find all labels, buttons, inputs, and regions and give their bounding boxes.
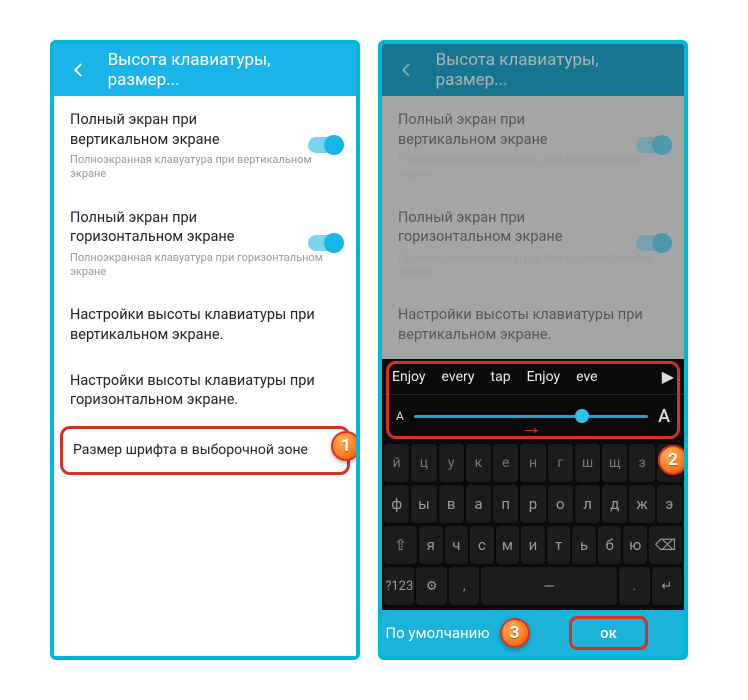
- annotation-badge-2: 2: [658, 445, 684, 475]
- symbols-key[interactable]: ?123: [384, 567, 415, 605]
- setting-height-portrait: Настройки высоты клавиатуры при вертикал…: [382, 291, 684, 356]
- toggle-switch-icon[interactable]: [308, 137, 342, 153]
- setting-height-landscape[interactable]: Настройки высоты клавиатуры при горизонт…: [54, 357, 356, 422]
- default-button-label: По умолчанию: [385, 624, 489, 642]
- setting-fullscreen-portrait: Полный экран при вертикальном экране Пол…: [382, 96, 684, 194]
- key[interactable]: м: [496, 526, 520, 564]
- shift-key[interactable]: ⇧: [384, 526, 417, 564]
- setting-subtitle: Полноэкранная клавуатура при горизонталь…: [70, 251, 340, 280]
- key[interactable]: я: [419, 526, 443, 564]
- key[interactable]: ц: [411, 444, 436, 482]
- key[interactable]: щ: [602, 444, 627, 482]
- key[interactable]: ы: [411, 485, 436, 523]
- setting-title: Настройки высоты клавиатуры при вертикал…: [70, 305, 340, 344]
- key[interactable]: э: [657, 485, 682, 523]
- app-header: Высота клавиатуры, размер...: [54, 44, 356, 96]
- setting-subtitle: Полноэкранная клавуатура при горизонталь…: [398, 251, 668, 280]
- key[interactable]: л: [575, 485, 600, 523]
- keyboard-row-4: ?123 ⚙ , — . ↵: [384, 567, 682, 605]
- back-arrow-icon[interactable]: [68, 59, 90, 81]
- setting-title: Полный экран при горизонтальном экране: [70, 208, 340, 247]
- key[interactable]: ф: [384, 485, 409, 523]
- keyboard-row-1: й ц у к е н г ш щ з х: [384, 444, 682, 482]
- setting-subtitle: Полноэкранная клавуатура при вертикально…: [398, 153, 668, 182]
- key[interactable]: й: [384, 444, 409, 482]
- setting-title: Размер шрифта в выборочной зоне: [73, 441, 337, 460]
- key[interactable]: у: [439, 444, 464, 482]
- key[interactable]: н: [520, 444, 545, 482]
- backspace-key[interactable]: ⌫: [649, 526, 682, 564]
- setting-title: Полный экран при вертикальном экране: [70, 110, 340, 149]
- default-button[interactable]: По умолчанию 3: [382, 610, 533, 656]
- key[interactable]: о: [548, 485, 573, 523]
- key[interactable]: б: [598, 526, 622, 564]
- font-size-slider[interactable]: →: [414, 415, 648, 418]
- keyboard-row-3: ⇧ я ч с м и т ь б ю ⌫: [384, 526, 682, 564]
- enter-key[interactable]: ↵: [652, 567, 683, 605]
- ok-button[interactable]: ок: [533, 610, 684, 656]
- header-title: Высота клавиатуры, размер...: [436, 50, 670, 90]
- key[interactable]: ,: [449, 567, 480, 605]
- bottom-bar: По умолчанию 3 ок: [382, 610, 684, 656]
- setting-font-size-highlighted[interactable]: Размер шрифта в выборочной зоне 1: [60, 426, 350, 475]
- setting-title: Настройки высоты клавиатуры при вертикал…: [398, 305, 668, 344]
- key[interactable]: .: [619, 567, 650, 605]
- phone-left: Высота клавиатуры, размер... Полный экра…: [50, 40, 360, 660]
- keyboard-keys: й ц у к е н г ш щ з х ф ы: [382, 437, 684, 610]
- header-title: Высота клавиатуры, размер...: [108, 50, 342, 90]
- setting-title: Полный экран при вертикальном экране: [398, 110, 668, 149]
- toggle-switch-icon: [636, 137, 670, 153]
- key[interactable]: д: [602, 485, 627, 523]
- key[interactable]: и: [521, 526, 545, 564]
- phone-right: Высота клавиатуры, размер... Полный экра…: [378, 40, 688, 660]
- toggle-switch-icon[interactable]: [308, 235, 342, 251]
- setting-title: Полный экран при горизонтальном экране: [398, 208, 668, 247]
- settings-list-dimmed: Полный экран при вертикальном экране Пол…: [382, 96, 684, 656]
- annotation-badge-3: 3: [500, 618, 530, 648]
- key[interactable]: з: [629, 444, 654, 482]
- key[interactable]: к: [466, 444, 491, 482]
- key[interactable]: ю: [623, 526, 647, 564]
- key[interactable]: ж: [629, 485, 654, 523]
- setting-fullscreen-portrait[interactable]: Полный экран при вертикальном экране Пол…: [54, 96, 356, 194]
- key[interactable]: р: [520, 485, 545, 523]
- back-arrow-icon[interactable]: [396, 59, 418, 81]
- setting-subtitle: Полноэкранная клавуатура при вертикально…: [70, 153, 340, 182]
- key[interactable]: ч: [445, 526, 469, 564]
- toggle-switch-icon: [636, 235, 670, 251]
- setting-fullscreen-landscape: Полный экран при горизонтальном экране П…: [382, 194, 684, 292]
- key[interactable]: т: [547, 526, 571, 564]
- arrow-right-icon: →: [520, 414, 542, 440]
- settings-list: Полный экран при вертикальном экране Пол…: [54, 96, 356, 656]
- key[interactable]: г: [548, 444, 573, 482]
- key[interactable]: в: [439, 485, 464, 523]
- setting-title: Настройки высоты клавиатуры при горизонт…: [70, 371, 340, 410]
- app-header: Высота клавиатуры, размер...: [382, 44, 684, 96]
- key[interactable]: п: [493, 485, 518, 523]
- key[interactable]: с: [470, 526, 494, 564]
- setting-height-portrait[interactable]: Настройки высоты клавиатуры при вертикал…: [54, 291, 356, 356]
- setting-fullscreen-landscape[interactable]: Полный экран при горизонтальном экране П…: [54, 194, 356, 292]
- space-key[interactable]: —: [481, 567, 617, 605]
- key[interactable]: ш: [575, 444, 600, 482]
- settings-key[interactable]: ⚙: [416, 567, 447, 605]
- annotation-badge-1: 1: [331, 431, 356, 461]
- key[interactable]: е: [493, 444, 518, 482]
- key[interactable]: ь: [572, 526, 596, 564]
- keyboard-overlay: Enjoy every tap Enjoy eve ▶ A → A 2: [382, 359, 684, 656]
- ok-button-label: ок: [569, 616, 648, 650]
- keyboard-row-2: ф ы в а п р о л д ж э: [384, 485, 682, 523]
- key[interactable]: а: [466, 485, 491, 523]
